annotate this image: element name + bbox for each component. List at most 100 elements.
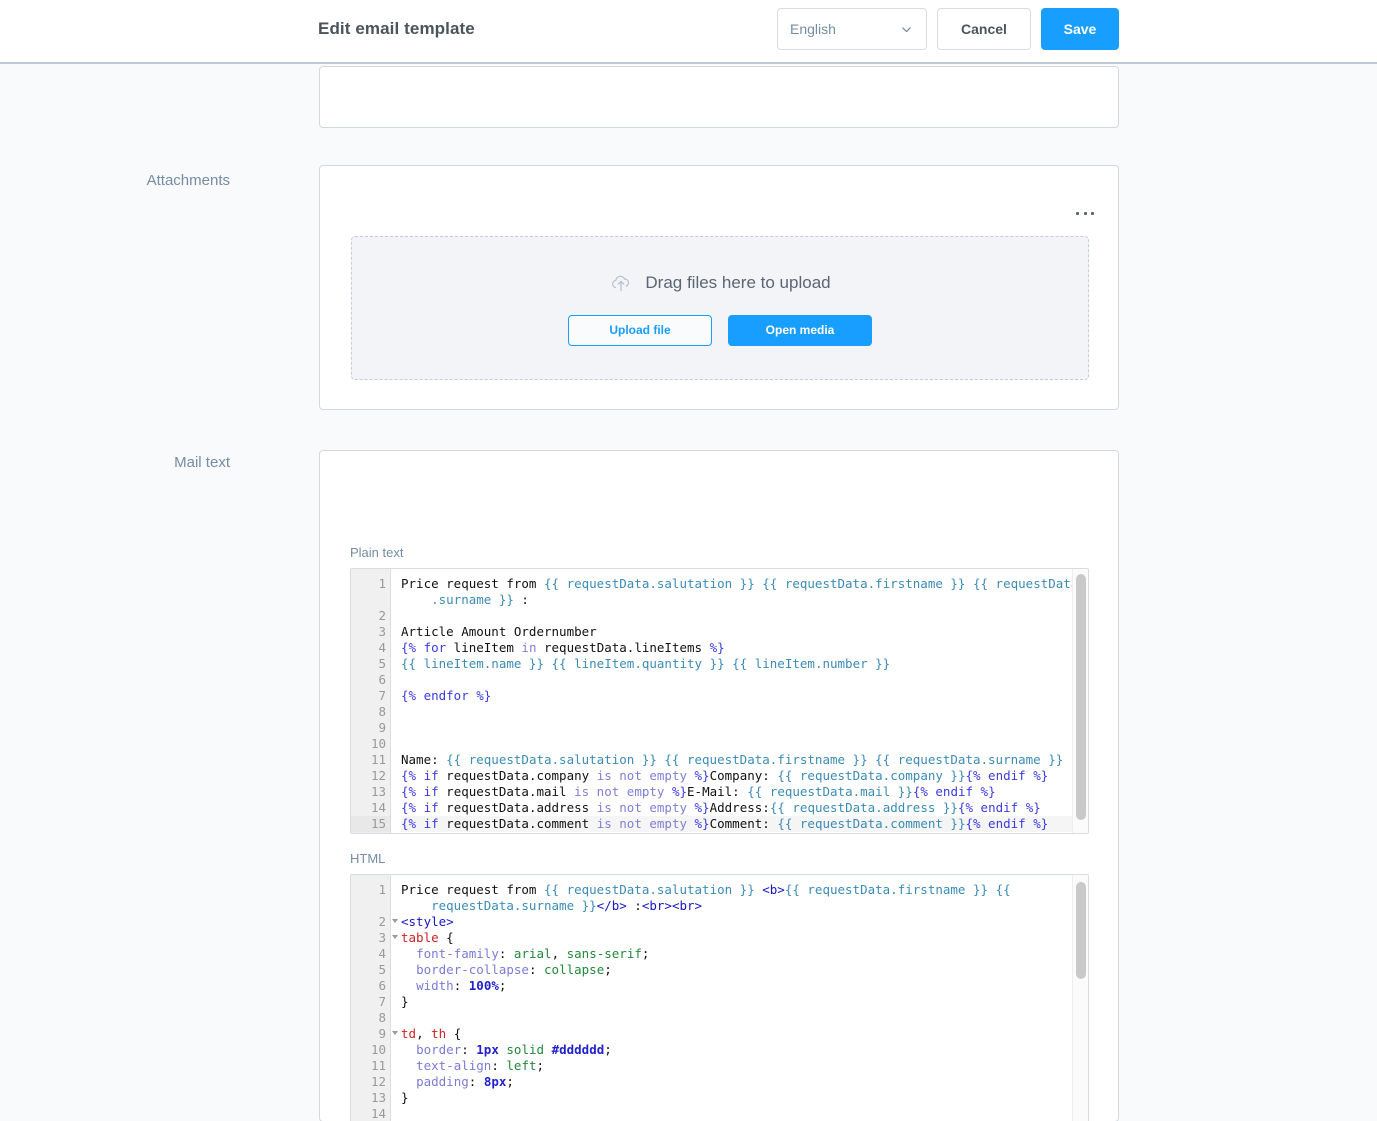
code-token: {% endif %} [965, 816, 1049, 831]
upload-file-button[interactable]: Upload file [568, 314, 712, 346]
code-token: border [416, 1042, 462, 1057]
code-token: is not empty [596, 768, 687, 783]
plain-text-editor[interactable]: 1 2 3 4 5 6 7 8 9 10 11 12 13 14 15 Price request from… [350, 568, 1089, 834]
html-editor[interactable]: 123456789101112131415 Price request from… [350, 874, 1089, 1121]
code-token: %} [694, 768, 710, 783]
code-token: Price request from [401, 882, 544, 897]
plain-text-scrollbar[interactable] [1072, 569, 1088, 833]
html-code[interactable]: Price request from {{ requestData.saluta… [391, 875, 1088, 1121]
code-token: is not empty [574, 784, 665, 799]
line-number: 3 [378, 624, 386, 639]
line-number: 3 [351, 930, 398, 946]
code-token: , [551, 946, 567, 961]
code-token: sans-serif [566, 946, 642, 961]
code-token: solid [506, 1042, 545, 1057]
plain-text-scrollbar-thumb[interactable] [1076, 574, 1086, 820]
code-line: {% if requestData.comment is not empty %… [401, 816, 1088, 832]
code-line: Price request from {{ requestData.saluta… [401, 576, 1088, 608]
code-token: %} [694, 800, 710, 815]
code-token: {{ lineItem.number }} [732, 656, 891, 671]
line-number: 12 [370, 768, 386, 783]
line-number: 13 [370, 1090, 386, 1105]
line-number: 14 [370, 800, 386, 815]
code-token: ; [506, 1074, 514, 1089]
plain-text-gutter: 1 2 3 4 5 6 7 8 9 10 11 12 13 14 15 [351, 569, 391, 833]
line-number: 8 [378, 1010, 386, 1025]
html-scrollbar[interactable] [1072, 875, 1088, 1121]
code-token: Address: [709, 800, 770, 815]
code-token: <br><br> [641, 898, 703, 913]
code-token: {% endif %} [912, 784, 996, 799]
code-token: ; [604, 962, 612, 977]
cancel-button[interactable]: Cancel [937, 8, 1031, 50]
plain-text-code[interactable]: Price request from {{ requestData.saluta… [391, 569, 1088, 833]
plain-text-label: Plain text [350, 545, 404, 560]
code-line: padding: 8px; [401, 1074, 1088, 1090]
code-token: ; [498, 978, 507, 993]
save-button[interactable]: Save [1041, 8, 1119, 50]
code-token: in [521, 640, 537, 655]
chevron-down-icon [901, 24, 912, 35]
line-number: 8 [378, 704, 386, 719]
line-number: 7 [378, 994, 386, 1009]
code-token: %} [709, 640, 725, 655]
code-token: 1px [476, 1042, 499, 1057]
dropzone-buttons: Upload file Open media [568, 314, 872, 346]
code-token: {{ requestData.company }} [777, 768, 966, 783]
code-token: 100% [468, 978, 499, 993]
code-token: {{ requestData.firstname }} [664, 752, 868, 767]
previous-section-card [319, 66, 1119, 128]
line-number: 4 [378, 946, 386, 961]
code-token: ; [604, 1042, 612, 1057]
code-token: width [416, 978, 454, 993]
line-number: 2 [378, 608, 386, 623]
line-number: 11 [370, 1058, 386, 1073]
code-line: border-collapse: collapse; [401, 962, 1088, 978]
code-token: border-collapse [416, 962, 529, 977]
code-token: Name: [401, 752, 447, 767]
code-line: font-family: arial, sans-serif; [401, 946, 1088, 962]
code-token: : [468, 1074, 484, 1089]
cloud-upload-icon [609, 271, 633, 295]
code-token: {% endif %} [965, 768, 1049, 783]
mail-text-card: Plain text 1 2 3 4 5 6 7 8 9 10 11 12 13 14 15 Price r… [319, 450, 1119, 1121]
code-token: Comment: [709, 816, 778, 831]
open-media-button[interactable]: Open media [728, 314, 872, 346]
code-token: Company: [709, 768, 778, 783]
html-scrollbar-thumb[interactable] [1076, 882, 1086, 980]
code-token: %} [694, 816, 710, 831]
line-number: 14 [370, 1106, 386, 1121]
code-line: Article Amount Ordernumber [401, 624, 1088, 640]
code-token: {% [401, 640, 424, 655]
code-token: text-align [416, 1058, 492, 1073]
line-number: 1 [378, 576, 386, 591]
code-token: E-Mail: [687, 784, 748, 799]
code-token: left [506, 1058, 537, 1073]
page-title: Edit email template [318, 19, 475, 38]
html-gutter: 123456789101112131415 [351, 875, 398, 1121]
file-dropzone[interactable]: Drag files here to upload Upload file Op… [351, 236, 1089, 380]
line-number: 9 [378, 720, 386, 735]
page-content: Attachments Drag files here to upload Up… [0, 64, 1377, 1121]
code-token: th [431, 1026, 447, 1041]
code-token: : [461, 1042, 477, 1057]
line-number: 5 [378, 656, 386, 671]
more-horizontal-icon[interactable] [1076, 206, 1094, 220]
line-number: 2 [351, 914, 398, 930]
code-token: : [626, 898, 642, 913]
language-select[interactable]: English [777, 8, 927, 50]
code-line: {{ lineItem.name }} {{ lineItem.quantity… [401, 656, 1088, 672]
code-line: Name: {{ requestData.salutation }} {{ re… [401, 752, 1088, 768]
code-token: requestData.comment [438, 816, 597, 831]
code-token: for [423, 640, 447, 655]
